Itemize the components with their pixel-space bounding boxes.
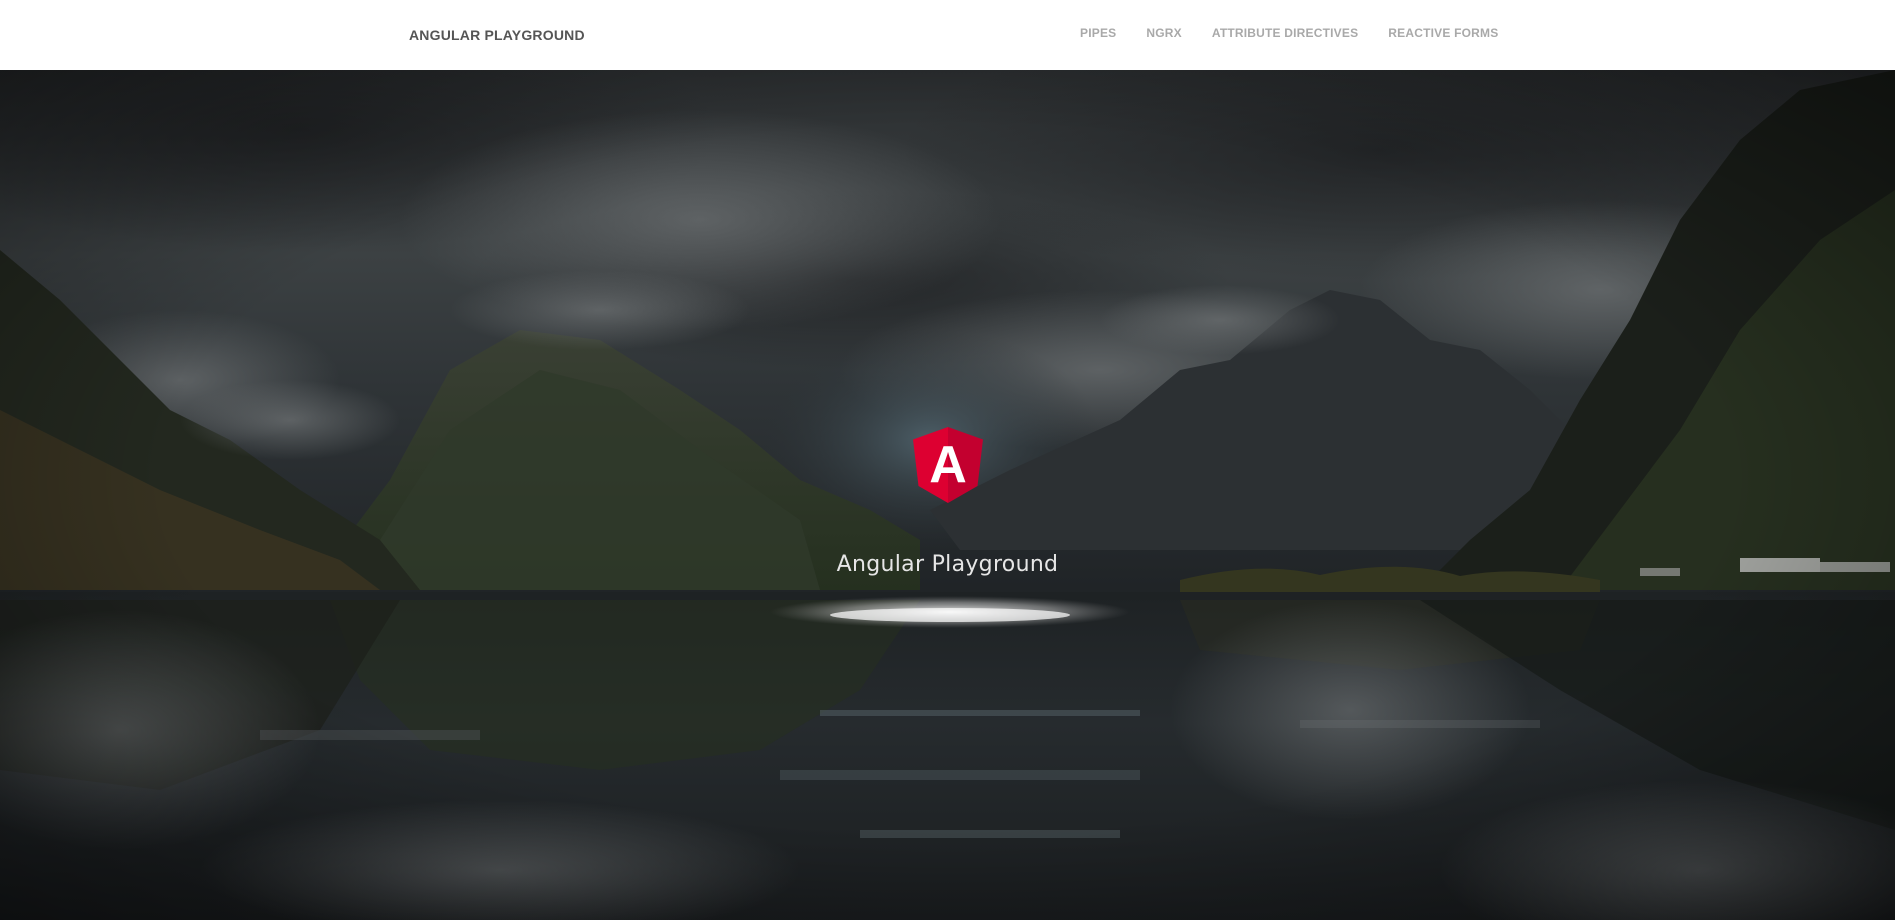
nav-item-attribute-directives: ATTRIBUTE DIRECTIVES bbox=[1197, 26, 1373, 40]
nav-item-pipes: PIPES bbox=[1080, 26, 1131, 40]
top-navbar: ANGULAR PLAYGROUND PIPES NGRX ATTRIBUTE … bbox=[0, 0, 1895, 70]
nav-link-pipes[interactable]: PIPES bbox=[1080, 26, 1131, 40]
brand-link[interactable]: ANGULAR PLAYGROUND bbox=[409, 27, 585, 43]
angular-logo-letter: A bbox=[929, 436, 967, 494]
nav-link-attribute-directives[interactable]: ATTRIBUTE DIRECTIVES bbox=[1197, 26, 1373, 40]
nav-item-ngrx: NGRX bbox=[1131, 26, 1196, 40]
nav-link-reactive-forms[interactable]: REACTIVE FORMS bbox=[1373, 26, 1513, 40]
nav-link-ngrx[interactable]: NGRX bbox=[1131, 26, 1196, 40]
hero-title: Angular Playground bbox=[836, 552, 1059, 577]
nav-links: PIPES NGRX ATTRIBUTE DIRECTIVES REACTIVE… bbox=[1080, 0, 1513, 70]
angular-logo-icon: A bbox=[913, 427, 983, 503]
hero-section: A Angular Playground bbox=[0, 70, 1895, 920]
nav-item-reactive-forms: REACTIVE FORMS bbox=[1373, 26, 1513, 40]
